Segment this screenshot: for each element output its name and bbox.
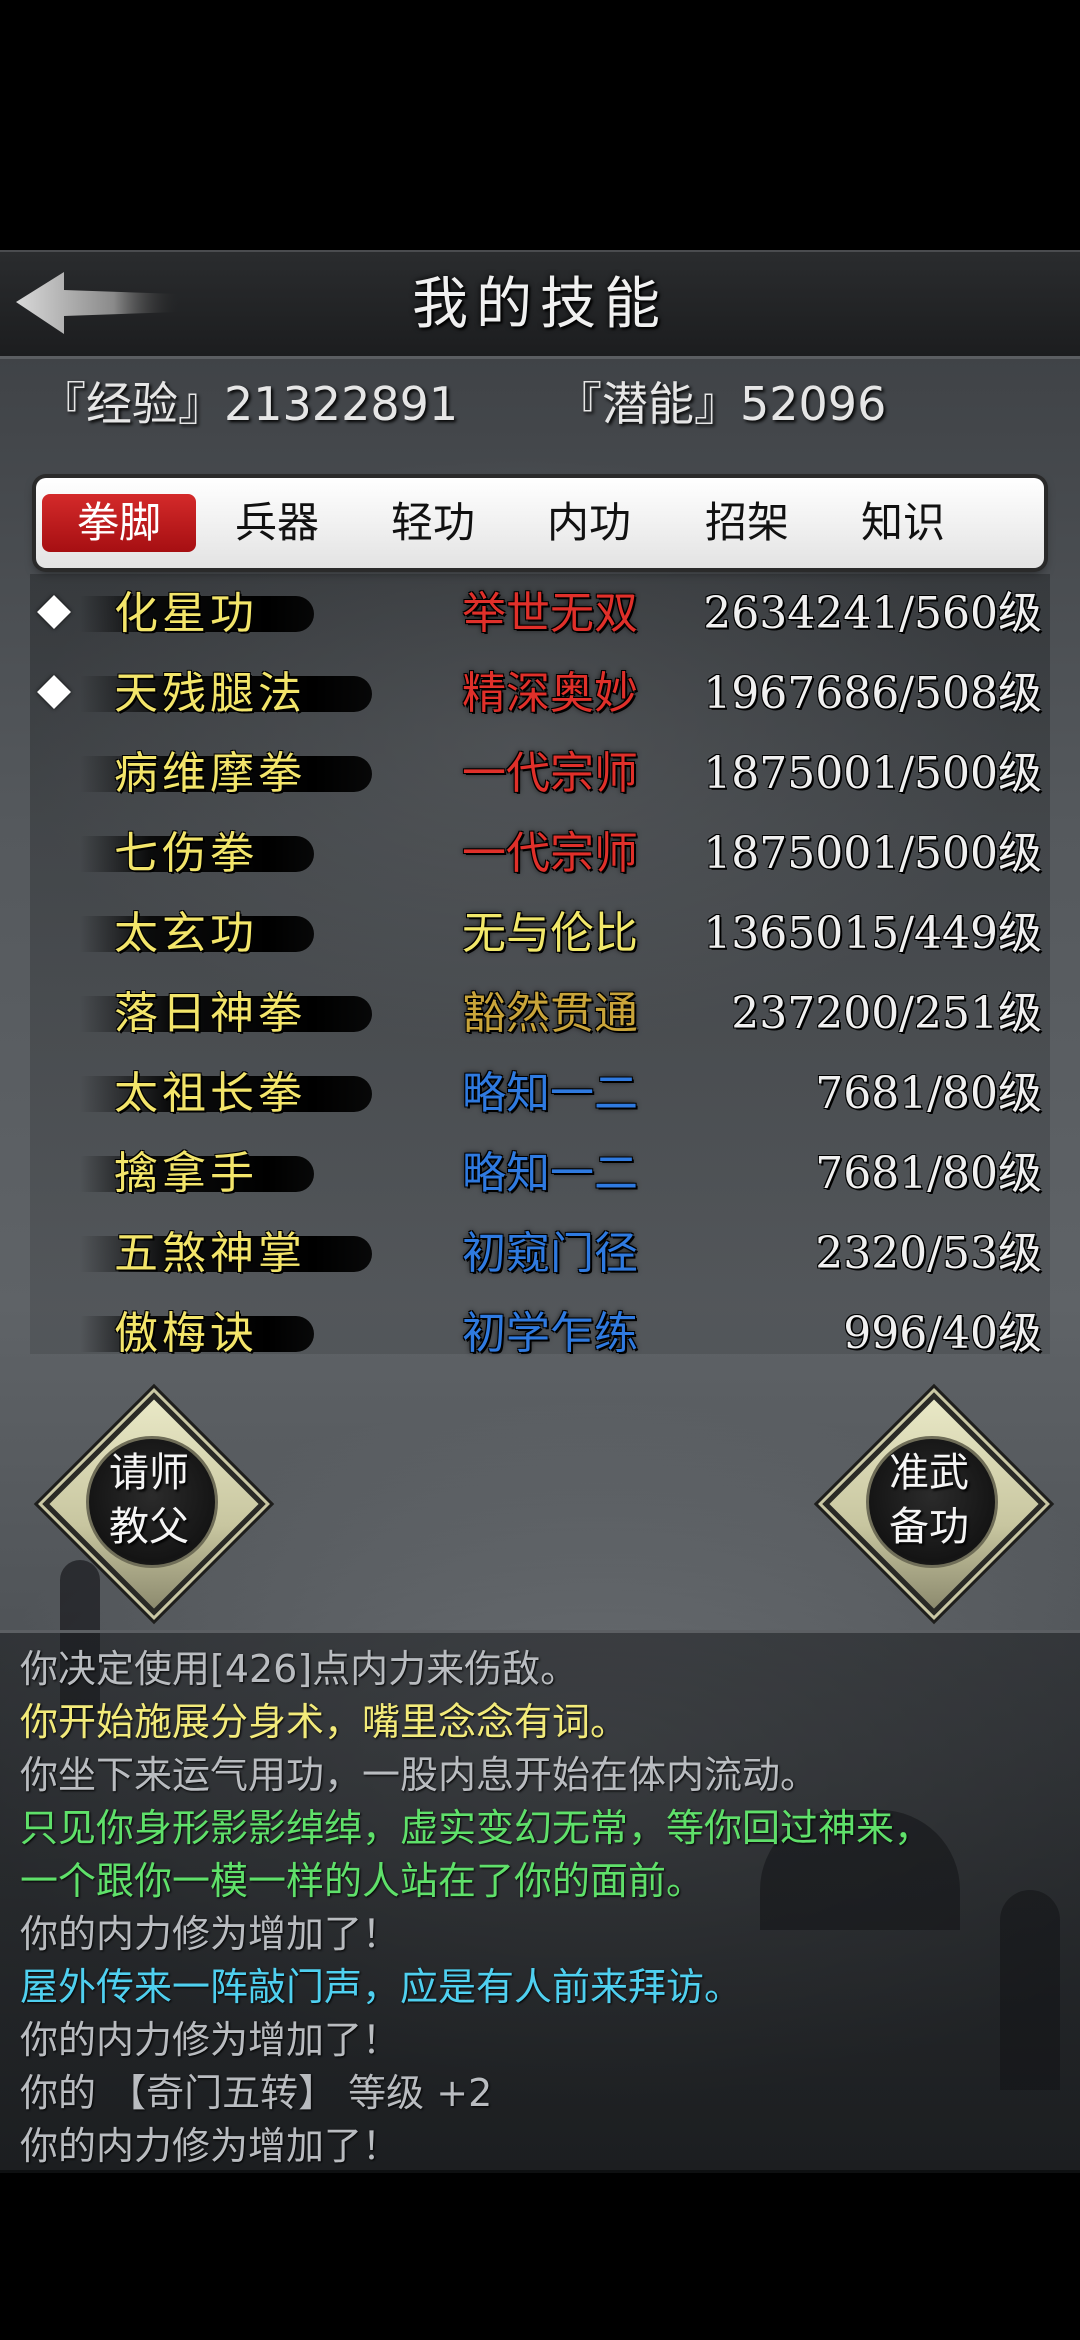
log-line: 你的内力修为增加了！ [20,2124,401,2168]
potential-stat: 『潜能』52096 [556,377,887,431]
log-line: 屋外传来一阵敲门声，应是有人前来拜访。 [20,1965,743,2009]
prepare-skill-line2: 备功 [889,1504,969,1550]
skill-rank: 初窥门径 [462,1228,638,1279]
skill-row[interactable]: 太祖长拳 略知一二 7681/80级 [30,1054,1050,1134]
skill-level: 1875001/500级 [703,828,1042,879]
ask-teacher-line2: 教父 [109,1504,189,1550]
skill-row[interactable]: 擒拿手 略知一二 7681/80级 [30,1134,1050,1214]
skill-level: 7681/80级 [815,1068,1042,1119]
skill-level: 7681/80级 [815,1148,1042,1199]
skill-level: 996/40级 [843,1308,1042,1359]
skill-name: 病维摩拳 [114,748,306,799]
skill-category-tabs: 拳脚 兵器 轻功 内功 招架 知识 [36,478,1044,568]
skill-row[interactable]: 化星功 举世无双 2634241/560级 [30,574,1050,654]
skill-rank: 一代宗师 [462,828,638,879]
skill-name-plate: 病维摩拳 [80,742,372,806]
log-line: 你坐下来运气用功，一股内息开始在体内流动。 [20,1753,819,1797]
log-line: 一个跟你一模一样的人站在了你的面前。 [20,1859,705,1903]
log-line: 你的内力修为增加了！ [20,1912,401,1956]
skill-name-plate: 擒拿手 [80,1142,320,1206]
skill-name-plate: 七伤拳 [80,822,320,886]
skill-name: 化星功 [114,588,258,639]
skill-rank: 一代宗师 [462,748,638,799]
game-screen: 我的技能 『经验』21322891 『潜能』52096 拳脚 兵器 轻功 内功 招架 知识… [0,0,1080,2340]
message-log[interactable]: 你决定使用[426]点内力来伤敌。你开始施展分身术，嘴里念念有词。你坐下来运气用… [0,1630,1080,2173]
prepare-skill-label: 准武 备功 [864,1446,994,1556]
log-line: 只见你身形影影绰绰，虚实变幻无常，等你回过神来， [20,1806,933,1850]
skill-name: 太祖长拳 [114,1068,306,1119]
skill-list: 化星功 举世无双 2634241/560级天残腿法 精深奥妙 1967686/508级病… [30,574,1050,1359]
prepare-skill-button[interactable]: 准武 备功 [822,1392,1046,1616]
ask-teacher-label: 请师 教父 [84,1446,214,1556]
skill-rank: 精深奥妙 [462,668,638,719]
skill-rank: 豁然贯通 [462,988,638,1039]
diamond-marker-icon [37,595,71,629]
skill-rank: 略知一二 [462,1148,638,1199]
skill-rank: 举世无双 [462,588,638,639]
back-button[interactable] [14,268,184,338]
skill-row[interactable]: 傲梅诀 初学乍练 996/40级 [30,1294,1050,1374]
skill-rank: 略知一二 [462,1068,638,1119]
skill-name-plate: 五煞神掌 [80,1222,372,1286]
prepare-skill-line1: 准武 [889,1450,969,1496]
tab-4[interactable]: 招架 [670,494,824,552]
skill-name: 落日神拳 [114,988,306,1039]
ask-teacher-line1: 请师 [109,1450,189,1496]
page-title: 我的技能 [412,272,668,337]
skill-level: 237200/251级 [731,988,1042,1039]
log-line: 你开始施展分身术，嘴里念念有词。 [20,1700,629,1744]
skill-level: 2320/53级 [815,1228,1042,1279]
log-line: 你决定使用[426]点内力来伤敌。 [20,1647,579,1691]
experience-stat: 『经验』21322891 [40,377,459,431]
skill-row[interactable]: 五煞神掌 初窥门径 2320/53级 [30,1214,1050,1294]
tab-0[interactable]: 拳脚 [42,494,196,552]
skill-level: 1365015/449级 [703,908,1042,959]
skill-row[interactable]: 落日神拳 豁然贯通 237200/251级 [30,974,1050,1054]
skill-level: 2634241/560级 [703,588,1042,639]
log-line: 你的 【奇门五转】 等级 +2 [20,2071,493,2115]
skill-level: 1875001/500级 [703,748,1042,799]
skill-name: 擒拿手 [114,1148,258,1199]
skill-row[interactable]: 七伤拳 一代宗师 1875001/500级 [30,814,1050,894]
skill-name: 傲梅诀 [114,1308,258,1359]
skill-name-plate: 太玄功 [80,902,320,966]
skill-name-plate: 太祖长拳 [80,1062,372,1126]
skill-rank: 无与伦比 [462,908,638,959]
skill-name: 七伤拳 [114,828,258,879]
skill-name-plate: 天残腿法 [80,662,372,726]
skill-name: 五煞神掌 [114,1228,306,1279]
skill-level: 1967686/508级 [703,668,1042,719]
skill-name-plate: 落日神拳 [80,982,372,1046]
skill-name-plate: 化星功 [80,582,320,646]
skill-row[interactable]: 太玄功 无与伦比 1365015/449级 [30,894,1050,974]
tab-2[interactable]: 轻功 [356,494,510,552]
tab-1[interactable]: 兵器 [200,494,354,552]
tab-3[interactable]: 内功 [512,494,666,552]
ask-teacher-button[interactable]: 请师 教父 [42,1392,266,1616]
log-line: 你的内力修为增加了！ [20,2018,401,2062]
skill-rank: 初学乍练 [462,1308,638,1359]
tab-5[interactable]: 知识 [826,494,980,552]
left-arrow-icon [16,272,179,334]
skill-name: 太玄功 [114,908,258,959]
skill-row[interactable]: 病维摩拳 一代宗师 1875001/500级 [30,734,1050,814]
skill-name-plate: 傲梅诀 [80,1302,320,1366]
diamond-marker-icon [37,675,71,709]
skill-row[interactable]: 天残腿法 精深奥妙 1967686/508级 [30,654,1050,734]
skill-name: 天残腿法 [114,668,306,719]
